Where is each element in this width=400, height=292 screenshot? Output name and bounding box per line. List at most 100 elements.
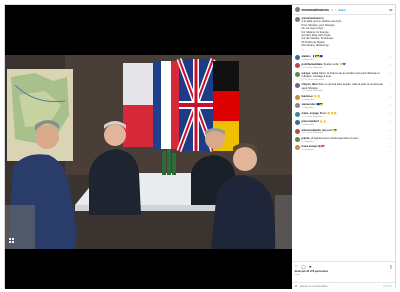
- comment-item: pointhumanitaireSoutien unité 💛💙 1 j 3 J'…: [294, 63, 392, 69]
- person-center-left: [89, 149, 141, 215]
- comment-item: citoyen_libreRien ne se fera sans la pai…: [294, 83, 392, 92]
- commenter-avatar[interactable]: [294, 95, 300, 101]
- post-modal: emmanuelmacron ✔ • Suivi ••• emmanuelmac…: [4, 4, 396, 289]
- comment-like-icon[interactable]: ♡: [390, 138, 392, 141]
- comment-like-icon[interactable]: ♡: [390, 56, 392, 59]
- commenter-avatar[interactable]: [294, 63, 300, 69]
- commenter-avatar[interactable]: [294, 55, 300, 61]
- comment-icon[interactable]: ◯: [301, 264, 305, 269]
- commenter-avatar[interactable]: [294, 136, 300, 142]
- commenter-username[interactable]: lucas.europe: [302, 145, 318, 148]
- comment-text-line: citoyen_libreRien ne se fera sans la pai…: [302, 83, 388, 89]
- comment-body: pierre.lambert💪💪 1 j Répondre: [302, 120, 388, 126]
- follow-button[interactable]: Suivi: [338, 8, 345, 12]
- commenter-avatar[interactable]: [294, 145, 300, 151]
- comment-meta: 1 j Répondre: [301, 98, 315, 101]
- commenter-avatar[interactable]: [294, 128, 300, 134]
- meeting-photo: [5, 55, 292, 249]
- emoji-icon[interactable]: ☺: [295, 284, 298, 288]
- comment-body: lucas.europe🇫🇷❤️ 1 j Répondre: [302, 145, 388, 151]
- comment-text-line: marie_voyageBravo 👏👏👏: [302, 112, 388, 115]
- comment-body: samuel.dev🇪🇺🇺🇦 1 j Répondre: [302, 103, 388, 109]
- comment-body: jeanne_dAgissez pour une Europe forte et…: [302, 137, 388, 143]
- caption-text: emmanuelmacron À la table pour le Ukrain…: [302, 17, 342, 52]
- commenter-avatar[interactable]: [294, 120, 300, 126]
- comment-like-icon[interactable]: ♡: [390, 64, 392, 67]
- comment-body: pointhumanitaireSoutien unité 💛💙 1 j 3 J'…: [302, 63, 388, 69]
- commenter-username[interactable]: jeanne_d: [302, 137, 313, 140]
- comment-text: Bravo 👏👏👏: [319, 111, 338, 115]
- comment-like-icon[interactable]: ♡: [390, 73, 392, 76]
- comment-like-icon[interactable]: ♡: [390, 84, 392, 87]
- comment-like-icon[interactable]: ♡: [390, 121, 392, 124]
- comment-item: marie_voyageBravo 👏👏👏 1 j 2 J'aime Répond…: [294, 111, 392, 118]
- comment-body: ateliers_🇫🇷🇺🇦🇪🇺 1 j Répondre: [302, 55, 388, 61]
- post-media[interactable]: [5, 5, 292, 289]
- comment-like-icon[interactable]: ♡: [390, 146, 392, 149]
- comment-item: samuel.dev🇪🇺🇺🇦 1 j Répondre ♡: [294, 103, 392, 109]
- comment-text-line: lucas.europe🇫🇷❤️: [302, 145, 388, 148]
- carousel-grid-icon[interactable]: [9, 238, 14, 243]
- commenter-avatar[interactable]: [294, 111, 300, 117]
- comment-meta: 1 j 3 J'aime Répondre: [301, 67, 323, 70]
- caption-meta: 1 j: [301, 48, 304, 51]
- commenter-avatar[interactable]: [294, 83, 300, 89]
- post-date: 1 jour: [294, 273, 301, 276]
- caption-line: Dla Ukrainy, dla Europy.: [301, 44, 330, 48]
- comment-item: ateliers_🇫🇷🇺🇦🇪🇺 1 j Répondre ♡: [294, 55, 392, 61]
- author-avatar[interactable]: [294, 7, 300, 12]
- comment-meta: 1 j Répondre: [301, 107, 315, 110]
- comments-list[interactable]: emmanuelmacron À la table pour le Ukrain…: [292, 15, 395, 151]
- commenter-username[interactable]: lalenna.p: [302, 95, 313, 98]
- comment-text-line: ateliers_🇫🇷🇺🇦🇪🇺: [302, 55, 388, 58]
- commenter-username[interactable]: ateliers_: [302, 55, 313, 58]
- comment-text-line: samuel.dev🇪🇺🇺🇦: [302, 103, 388, 106]
- comment-item: pierre.lambert💪💪 1 j Répondre ♡: [294, 120, 392, 126]
- commenter-username[interactable]: pointhumanitaire: [302, 63, 323, 66]
- share-icon[interactable]: ➤: [309, 264, 312, 269]
- comment-body: anna.kovalenkoДякуємо! 🇺🇦 1 j 4 J'aime Ré…: [302, 129, 388, 135]
- heart-icon[interactable]: ♡: [295, 264, 299, 269]
- comment-body: europe_voiceMerci, la France est au rend…: [302, 72, 388, 81]
- comment-text: 💪💪: [319, 120, 327, 124]
- comment-meta: 1 j Répondre: [301, 149, 315, 152]
- post-side-panel: emmanuelmacron ✔ • Suivi ••• emmanuelmac…: [291, 5, 395, 289]
- commenter-avatar[interactable]: [294, 103, 300, 109]
- more-options-icon[interactable]: •••: [389, 7, 392, 12]
- comment-like-icon[interactable]: ♡: [390, 104, 392, 107]
- commenter-username[interactable]: samuel.dev: [302, 103, 316, 106]
- likes-count[interactable]: Aimé par 31 273 personnes: [295, 270, 392, 273]
- comment-like-icon[interactable]: ♡: [390, 113, 392, 116]
- comment-text-line: pierre.lambert💪💪: [302, 120, 388, 123]
- commenter-username[interactable]: pierre.lambert: [302, 120, 319, 123]
- commenter-avatar[interactable]: [294, 71, 300, 77]
- comment-body: lalenna.p👏👏 1 j Répondre: [302, 95, 388, 101]
- comment-item: lalenna.p👏👏 1 j Répondre ♡: [294, 95, 392, 101]
- comment-text: 🇪🇺🇺🇦: [316, 103, 324, 107]
- post-header: emmanuelmacron ✔ • Suivi •••: [291, 5, 395, 15]
- comment-meta: 1 j Répondre: [301, 58, 315, 61]
- verified-badge-icon: ✔: [330, 7, 334, 12]
- post-caption: emmanuelmacron À la table pour le Ukrain…: [294, 17, 392, 52]
- comment-text-line: europe_voiceMerci, la France est au rend…: [302, 72, 388, 78]
- comment-meta: 1 j 12 J'aime Répondre: [301, 78, 324, 81]
- comment-item: lucas.europe🇫🇷❤️ 1 j Répondre ♡: [294, 145, 392, 151]
- comment-input[interactable]: [299, 284, 382, 288]
- comment-like-icon[interactable]: ♡: [390, 130, 392, 133]
- comment-text: 🇫🇷🇺🇦🇪🇺: [313, 55, 323, 59]
- comment-like-icon[interactable]: ♡: [390, 96, 392, 99]
- publish-button[interactable]: Publier: [383, 285, 392, 288]
- comment-text-line: jeanne_dAgissez pour une Europe forte et…: [302, 137, 388, 140]
- comment-text: 👏👏: [313, 95, 321, 99]
- caption-avatar[interactable]: [294, 17, 300, 22]
- comment-body: citoyen_libreRien ne se fera sans la pai…: [302, 83, 388, 92]
- comment-text: Soutien unité 💛💙: [323, 63, 346, 67]
- add-comment-bar: ☺ Publier: [291, 282, 395, 289]
- comment-item: jeanne_dAgissez pour une Europe forte et…: [294, 136, 392, 143]
- commenter-username[interactable]: marie_voyage: [302, 112, 319, 115]
- comment-meta: 1 j Répondre: [301, 140, 315, 143]
- action-icons: ♡ ◯ ➤ ▯: [295, 264, 392, 269]
- author-username[interactable]: emmanuelmacron: [302, 8, 329, 12]
- bookmark-icon[interactable]: ▯: [390, 264, 392, 269]
- post-photo: [5, 55, 292, 249]
